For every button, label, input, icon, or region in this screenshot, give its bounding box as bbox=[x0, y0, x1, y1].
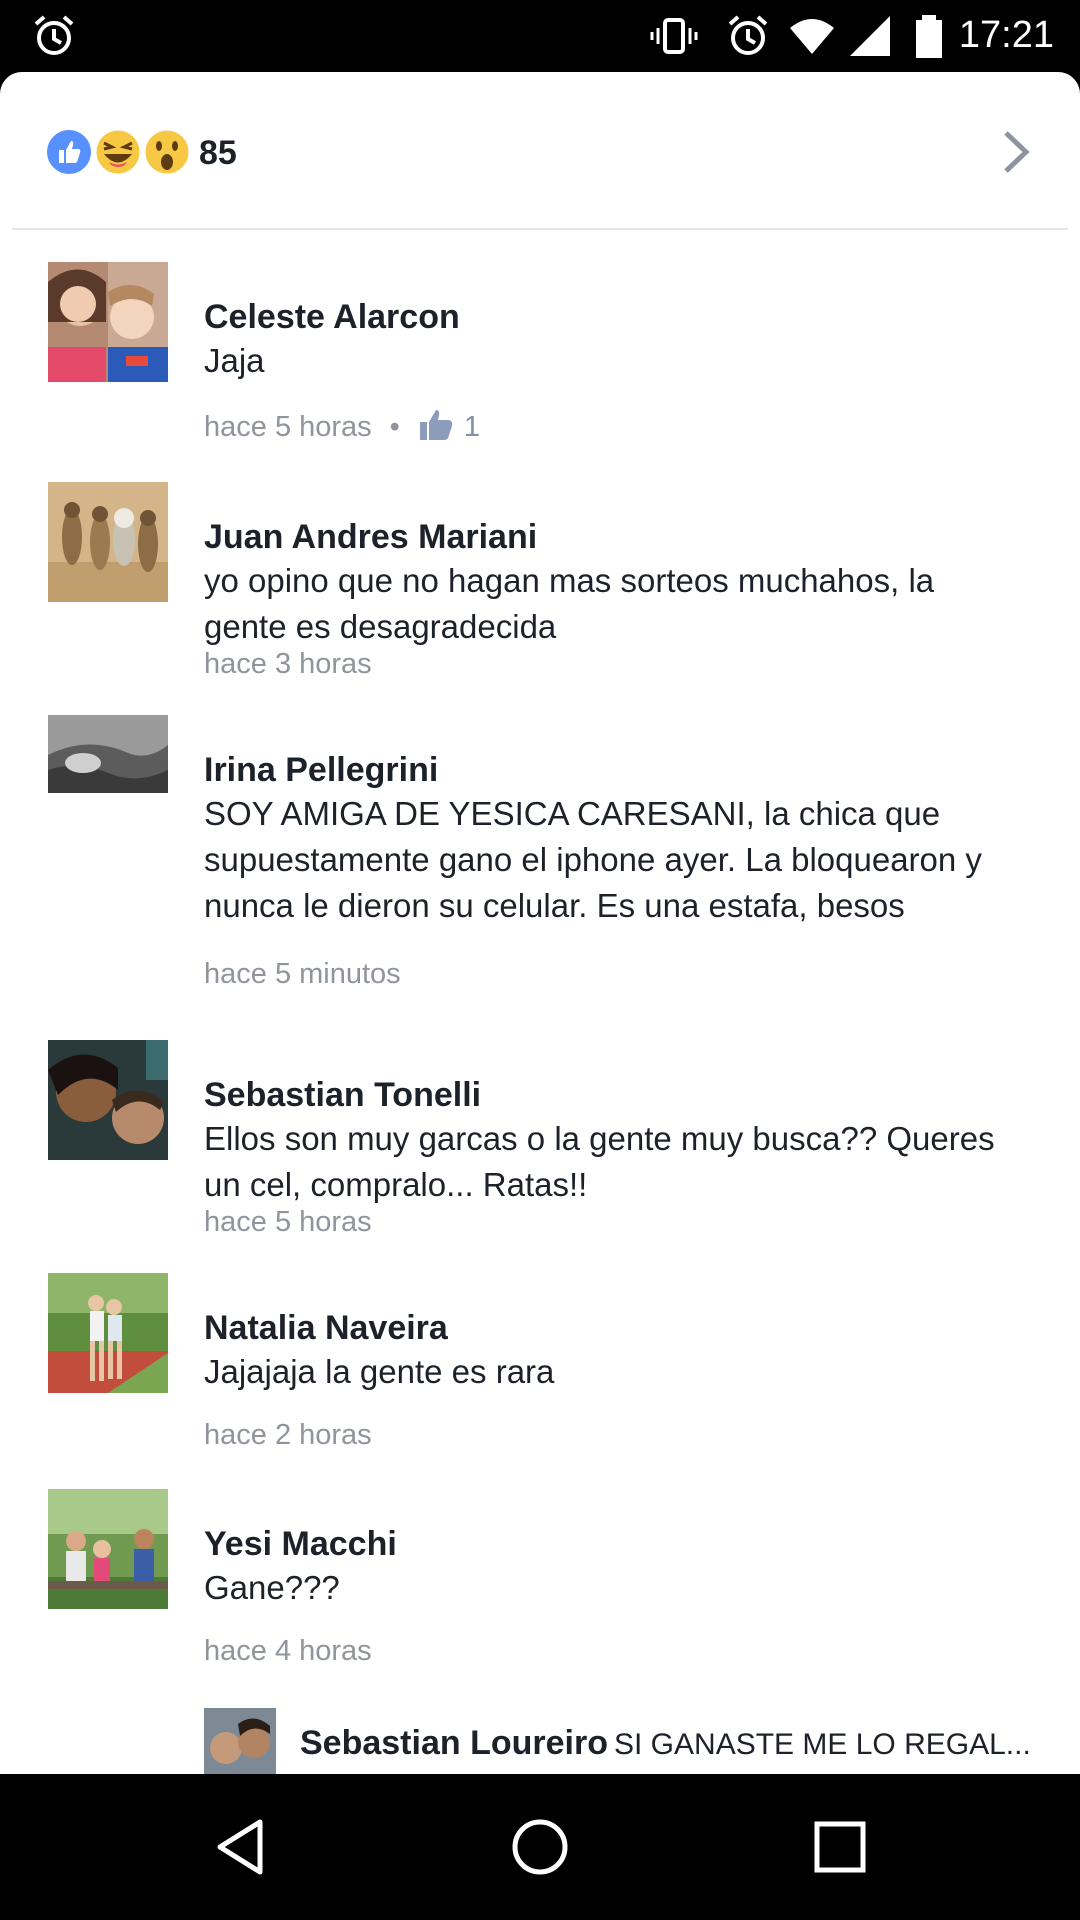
alarm-icon bbox=[34, 15, 74, 55]
comment-item: Irina Pellegrini SOY AMIGA DE YESICA CAR… bbox=[0, 715, 1080, 995]
comment-time[interactable]: hace 5 minutos bbox=[204, 958, 401, 990]
reply-text: SI GANASTE ME LO REGAL... bbox=[614, 1728, 1031, 1761]
wow-reaction-icon bbox=[142, 127, 192, 177]
comment-meta: hace 2 horas bbox=[204, 1419, 372, 1452]
comment-item: Sebastian Tonelli Ellos son muy garcas o… bbox=[0, 1040, 1080, 1238]
comment-item: Natalia Naveira Jajajaja la gente es rar… bbox=[0, 1273, 1080, 1453]
comment-item: Celeste Alarcon Jaja hace 5 horas • 1 bbox=[0, 262, 1080, 444]
reply-item: Sebastian Loureiro SI GANASTE ME LO REGA… bbox=[0, 1704, 1080, 1774]
comment-meta: hace 5 horas • 1 bbox=[204, 408, 480, 444]
back-icon[interactable] bbox=[206, 1812, 276, 1882]
comment-text: Gane??? bbox=[204, 1569, 340, 1606]
comment-time[interactable]: hace 5 horas bbox=[204, 411, 372, 443]
comment-author[interactable]: Natalia Naveira bbox=[204, 1309, 448, 1348]
reply-author[interactable]: Sebastian Loureiro bbox=[300, 1724, 608, 1763]
status-bar: 17:21 bbox=[0, 0, 1080, 72]
haha-reaction-icon bbox=[93, 127, 143, 177]
comment-time[interactable]: hace 2 horas bbox=[204, 1419, 372, 1451]
comment-like-count: 1 bbox=[463, 411, 480, 443]
comment-meta: hace 5 horas bbox=[204, 1206, 372, 1239]
avatar[interactable] bbox=[48, 1040, 168, 1160]
comment-time[interactable]: hace 5 horas bbox=[204, 1206, 372, 1238]
clock-time: 17:21 bbox=[958, 14, 1054, 56]
comment-author[interactable]: Irina Pellegrini bbox=[204, 751, 438, 790]
like-reaction-icon bbox=[44, 127, 94, 177]
comment-text: Jaja bbox=[204, 342, 265, 379]
comment-meta: hace 5 minutos bbox=[204, 958, 401, 991]
comment-item: Yesi Macchi Gane??? hace 4 horas bbox=[0, 1489, 1080, 1669]
comment-meta: hace 4 horas bbox=[204, 1635, 372, 1668]
comment-time[interactable]: hace 3 horas bbox=[204, 648, 372, 680]
comment-text: Jajajaja la gente es rara bbox=[204, 1353, 555, 1390]
chevron-right-icon[interactable] bbox=[990, 127, 1040, 177]
comment-text: Ellos son muy garcas o la gente muy busc… bbox=[204, 1120, 995, 1203]
vibrate-icon bbox=[650, 18, 698, 54]
recent-apps-icon[interactable] bbox=[805, 1812, 875, 1882]
comment-time[interactable]: hace 4 horas bbox=[204, 1635, 372, 1667]
comment-author[interactable]: Yesi Macchi bbox=[204, 1525, 397, 1564]
like-icon bbox=[419, 410, 453, 440]
avatar[interactable] bbox=[48, 715, 168, 835]
avatar[interactable] bbox=[48, 1273, 168, 1393]
comment-item: Juan Andres Mariani yo opino que no haga… bbox=[0, 482, 1080, 680]
reactions-sheet: 85 Celeste Alarcon Jaja hace 5 horas • 1… bbox=[0, 72, 1080, 1774]
avatar[interactable] bbox=[204, 1708, 276, 1774]
comment-author[interactable]: Sebastian Tonelli bbox=[204, 1076, 481, 1115]
reactions-summary[interactable]: 85 bbox=[12, 72, 1068, 230]
wifi-icon bbox=[790, 19, 834, 54]
avatar[interactable] bbox=[48, 262, 168, 382]
battery-icon bbox=[916, 15, 942, 58]
comment-text: yo opino que no hagan mas sorteos muchah… bbox=[204, 562, 935, 645]
comment-author[interactable]: Juan Andres Mariani bbox=[204, 518, 537, 557]
comment-text: SOY AMIGA DE YESICA CARESANI, la chica q… bbox=[204, 795, 982, 924]
signal-icon bbox=[850, 16, 890, 56]
avatar[interactable] bbox=[48, 482, 168, 602]
separator-dot: • bbox=[389, 411, 400, 443]
navigation-bar bbox=[0, 1774, 1080, 1920]
home-icon[interactable] bbox=[505, 1812, 575, 1882]
avatar[interactable] bbox=[48, 1489, 168, 1609]
comment-meta: hace 3 horas bbox=[204, 648, 372, 681]
comment-author[interactable]: Celeste Alarcon bbox=[204, 298, 460, 337]
reaction-count: 85 bbox=[199, 134, 237, 172]
alarm-icon bbox=[728, 15, 768, 55]
